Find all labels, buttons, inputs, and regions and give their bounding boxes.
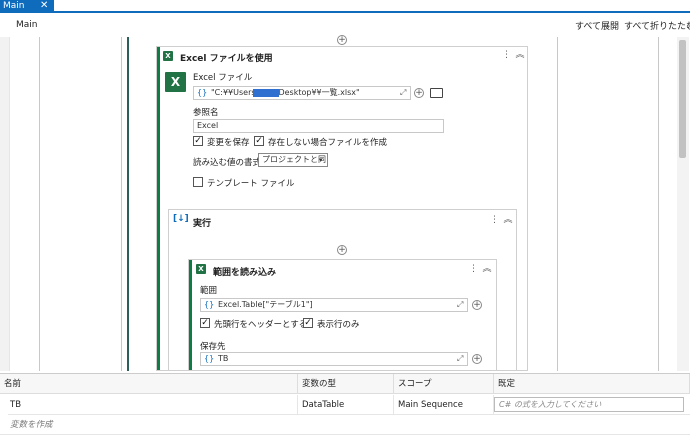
column-header-default[interactable]: 既定 [494,374,690,394]
designer-header: Main すべて展開 すべて折りたたむ [0,15,690,37]
expand-icon[interactable]: ⤢ [457,353,463,365]
column-header-scope[interactable]: スコープ [394,374,494,394]
save-to-label: 保存先 [200,342,226,352]
variable-scope-cell[interactable]: Main Sequence [394,395,494,415]
file-path-value: "C:¥¥Users¥¥ ¥¥Desktop¥¥一覧.xlsx" [211,88,360,97]
add-icon[interactable]: + [472,354,482,364]
redaction [253,89,279,97]
ref-name-value: Excel [197,121,219,130]
save-changes-label: 変更を保存 [207,138,250,148]
save-to-value: TB [218,354,229,363]
collapse-icon[interactable]: ︽ [482,264,492,274]
excel-file-label: Excel ファイル [193,73,253,83]
sequence-line [127,37,129,371]
add-icon[interactable]: + [337,35,347,45]
curly-braces-icon: {} [204,300,215,309]
curly-braces-icon: {} [204,354,215,363]
has-headers-checkbox[interactable]: ✓ [200,318,210,328]
breadcrumb[interactable]: Main [16,20,38,30]
curly-braces-icon: {} [197,88,208,97]
tab-label: Main [3,1,25,11]
expand-icon[interactable]: ⤢ [400,87,406,99]
create-variable-row[interactable]: 変数を作成 [0,415,690,435]
range-field[interactable]: {} Excel.Table["テーブル1"] ⤢ [200,298,468,312]
do-block-title: 実行 [193,219,212,229]
create-if-missing-checkbox[interactable]: ✓ [254,136,264,146]
more-icon[interactable]: ⋮ [490,215,499,225]
variable-type-cell[interactable]: DataTable [298,395,394,415]
save-changes-checkbox[interactable]: ✓ [193,136,203,146]
default-value-input[interactable]: C# の式を入力してください [494,397,684,412]
collapse-all-button[interactable]: すべて折りたたむ [624,19,690,32]
scrollbar-thumb[interactable] [679,40,686,158]
save-to-field[interactable]: {} TB ⤢ [200,352,468,366]
left-gutter [0,37,10,371]
create-if-missing-label: 存在しない場合ファイルを作成 [268,138,388,148]
variable-name-cell[interactable]: TB [8,395,298,415]
add-icon[interactable]: + [414,88,424,98]
read-range-title: 範囲を読み込み [213,268,277,278]
column-header-type[interactable]: 変数の型 [298,374,394,394]
activity-bar [189,260,192,370]
expand-all-button[interactable]: すべて展開 [575,19,619,32]
guide-line [557,37,558,371]
excel-icon: X [163,51,173,61]
visible-rows-checkbox[interactable]: ✓ [303,318,313,328]
file-path-field[interactable]: {} "C:¥¥Users¥¥ ¥¥Desktop¥¥一覧.xlsx" ⤢ [193,86,411,100]
column-header-name[interactable]: 名前 [0,374,298,394]
template-file-checkbox[interactable] [193,177,203,187]
read-format-label: 読み込む値の書式 [193,158,262,168]
guide-line [39,37,40,371]
do-icon: [↓] [173,214,189,224]
excel-icon: X [196,264,206,274]
activity-bar [157,47,160,370]
folder-icon[interactable] [430,88,443,98]
more-icon[interactable]: ⋮ [469,264,478,274]
chevron-down-icon: ▾ [319,156,323,164]
guide-line [121,37,122,371]
tab-main[interactable]: Main ✕ [0,0,54,13]
excel-scope-title: Excel ファイルを使用 [180,54,273,64]
ref-name-field[interactable]: Excel [193,119,444,133]
tab-strip [0,0,690,13]
excel-icon: X [165,72,186,92]
collapse-icon[interactable]: ︽ [515,50,525,60]
range-label: 範囲 [200,286,218,296]
close-icon[interactable]: ✕ [40,0,48,12]
range-value: Excel.Table["テーブル1"] [218,300,313,309]
read-format-select[interactable]: プロジェクトと同じ ▾ [258,153,328,167]
more-icon[interactable]: ⋮ [502,50,511,60]
visible-rows-label: 表示行のみ [317,320,360,330]
variable-default-cell: C# の式を入力してください [494,395,690,415]
guide-line [658,37,659,371]
variables-panel: 名前 変数の型 スコープ 既定 TB DataTable Main Sequen… [0,373,690,447]
add-icon[interactable]: + [472,300,482,310]
has-headers-label: 先頭行をヘッダーとする [214,320,308,330]
template-file-label: テンプレート ファイル [207,179,295,189]
collapse-icon[interactable]: ︽ [503,215,513,225]
expand-icon[interactable]: ⤢ [457,299,463,311]
ref-name-label: 参照名 [193,108,219,118]
add-icon[interactable]: + [337,245,347,255]
